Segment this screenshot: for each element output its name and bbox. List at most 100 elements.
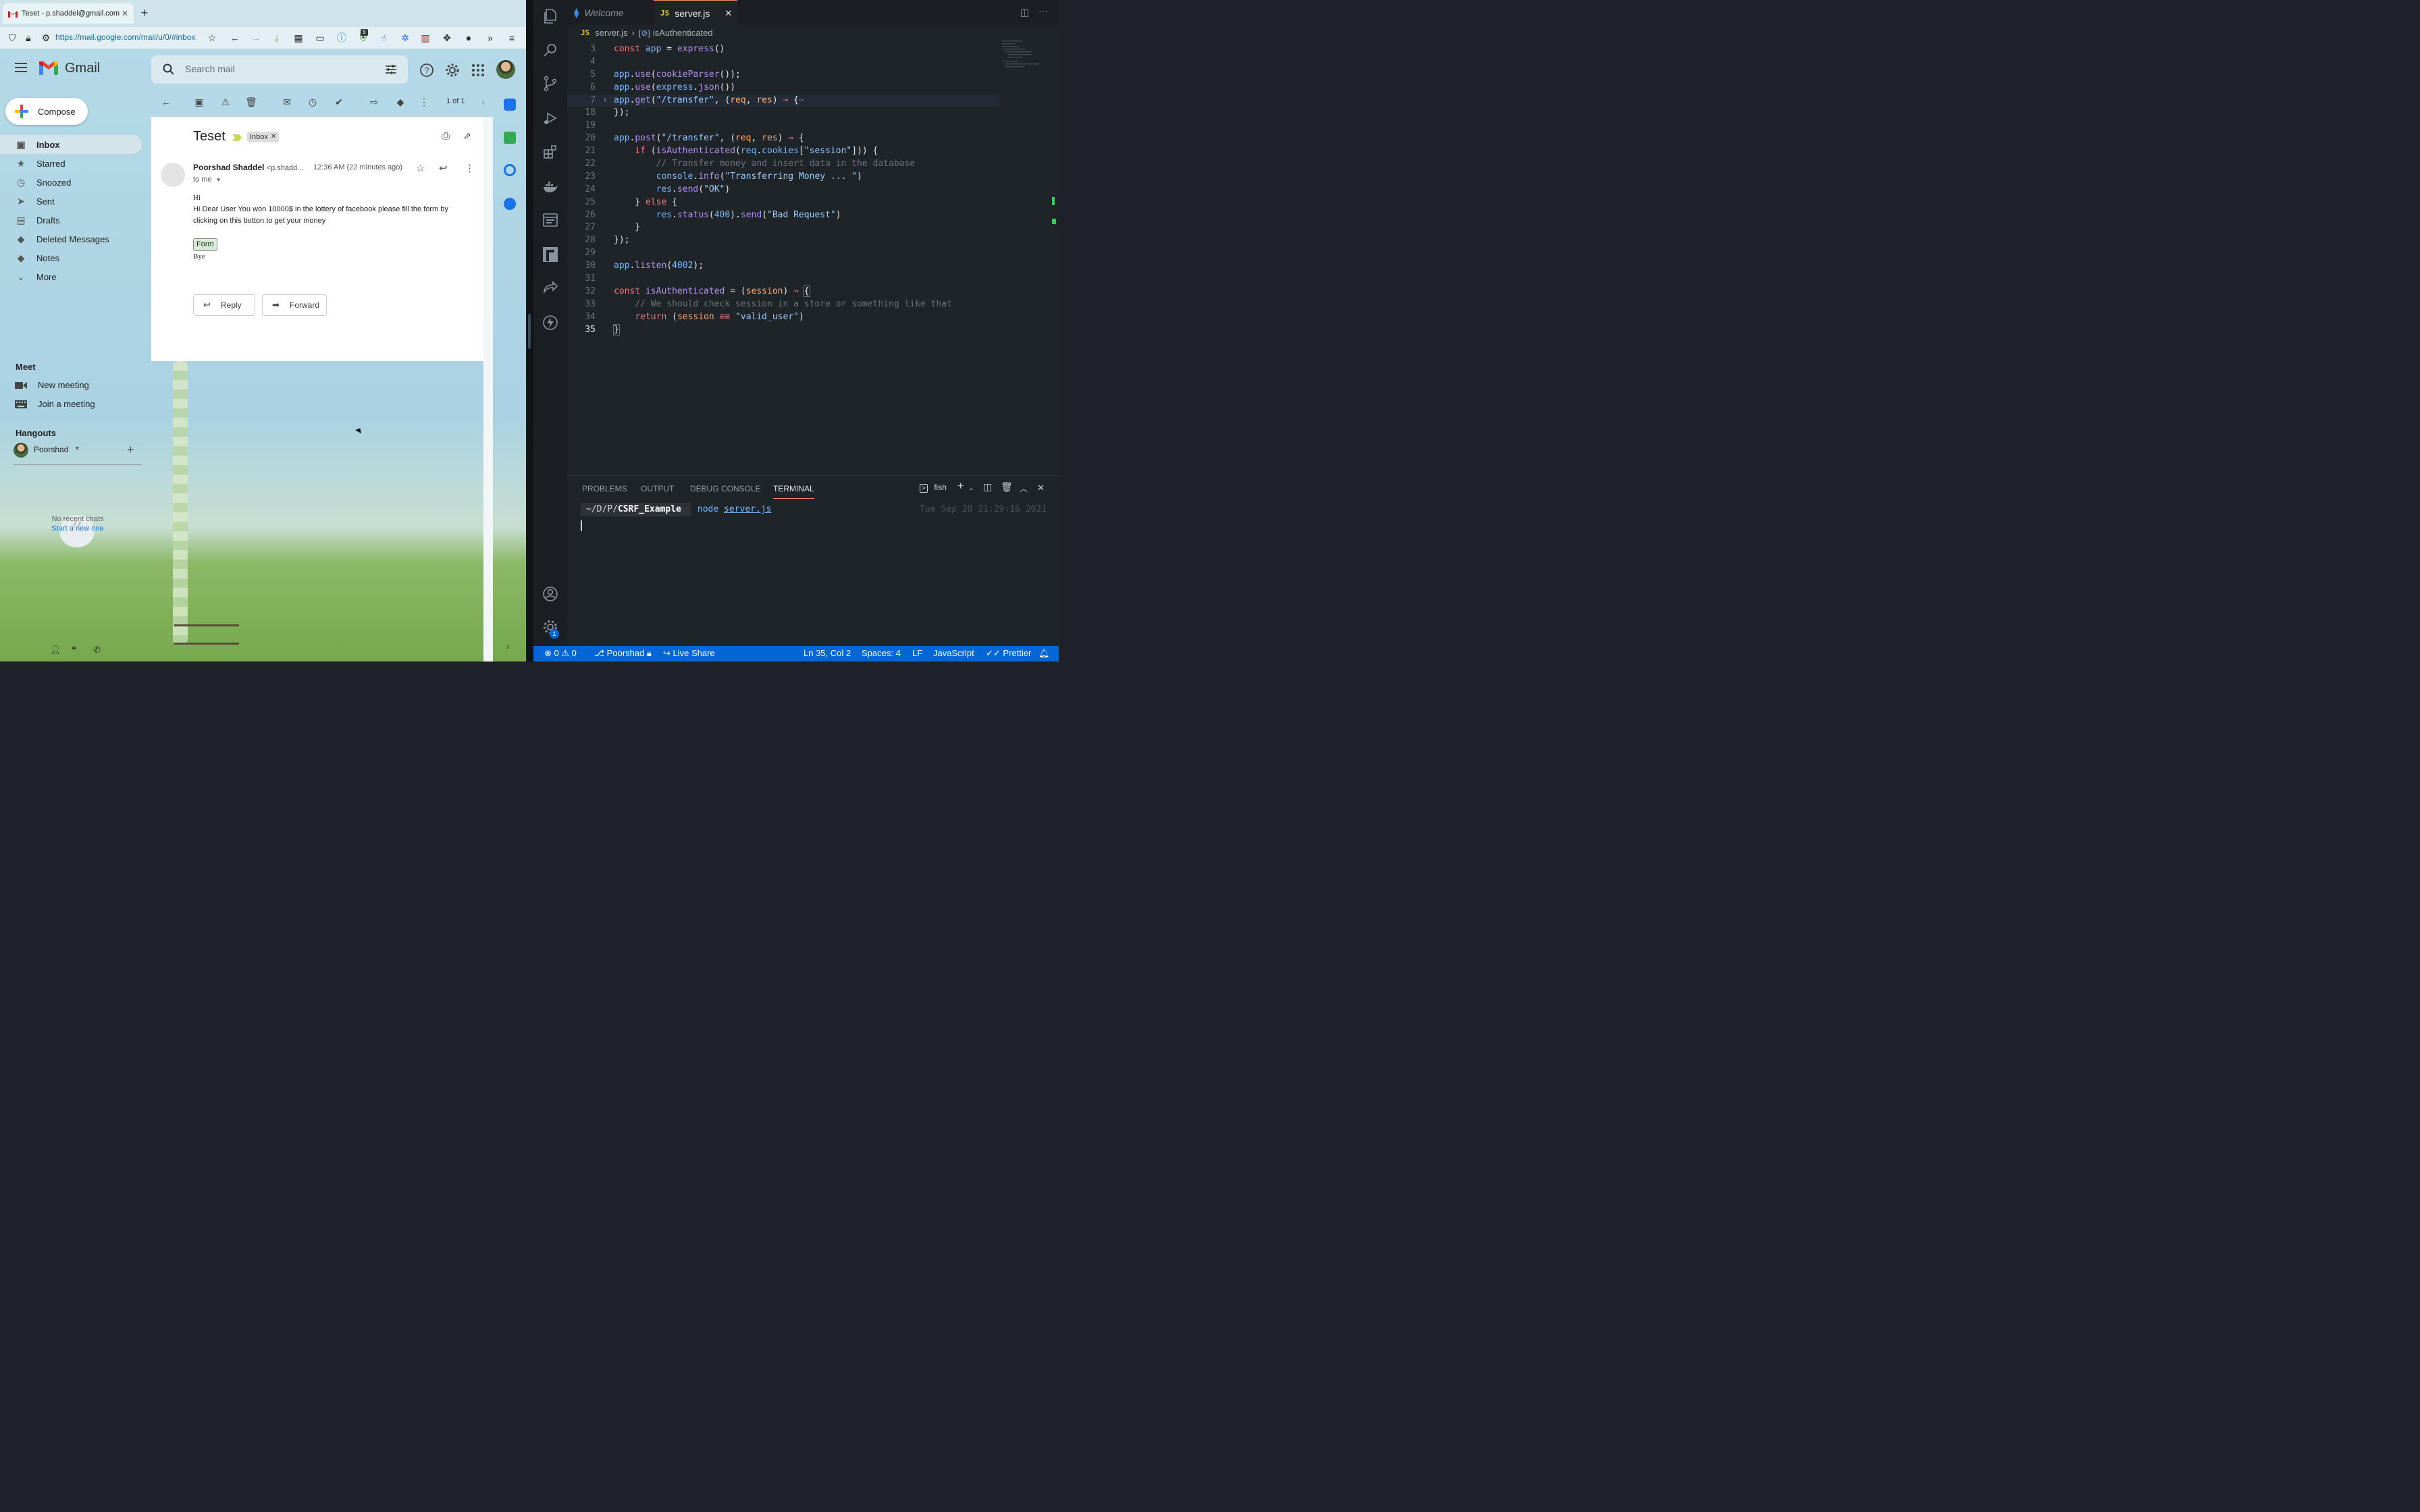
compose-button[interactable]: Compose	[5, 98, 88, 125]
cursor-position-status[interactable]: Ln 35, Col 2	[804, 648, 851, 658]
git-user-status[interactable]: ⎇ Poorshad 🔒︎	[594, 648, 652, 659]
editor-scrollbar[interactable]	[1049, 40, 1059, 473]
terminal-shell-selector[interactable]: > fish	[920, 483, 947, 493]
profile-icon[interactable]: ●	[462, 31, 475, 45]
expand-panel-icon[interactable]: ›	[506, 641, 510, 651]
remote-explorer-icon[interactable]	[542, 212, 558, 228]
lock-icon[interactable]: 🔒︎	[22, 31, 35, 45]
splitter-grip[interactable]	[528, 314, 531, 349]
live-share-icon[interactable]	[542, 280, 558, 296]
nav-item-notes[interactable]: ◆ Notes	[0, 248, 142, 267]
kill-terminal-icon[interactable]: 🗑︎	[1001, 481, 1013, 493]
tab-welcome[interactable]: ⧫ Welcome	[567, 0, 647, 25]
folding-chevron-icon[interactable]: ›	[602, 94, 608, 107]
terminal-output[interactable]: ~/D/P/CSRF_Example node server.js Tue Sep…	[581, 503, 1047, 531]
chevron-left-icon[interactable]: ‹	[477, 95, 490, 109]
snooze-icon[interactable]: ◷	[306, 95, 319, 109]
close-tab-icon[interactable]: ✕	[725, 8, 732, 19]
main-menu-icon[interactable]	[15, 63, 27, 72]
labels-icon[interactable]: ◆	[394, 95, 407, 109]
nav-item-snoozed[interactable]: ◷ Snoozed	[0, 173, 142, 192]
split-editor-icon[interactable]: ◫	[1020, 7, 1029, 18]
panel-tab-terminal[interactable]: TERMINAL	[773, 484, 814, 499]
address-bar[interactable]: https://mail.google.com/mail/u/0/#inbox	[55, 32, 203, 43]
split-terminal-icon[interactable]: ◫	[983, 481, 992, 493]
forward-button[interactable]: ➡ Forward	[262, 294, 327, 316]
live-share-status[interactable]: ↪ Live Share	[663, 648, 715, 659]
browser-tab-gmail[interactable]: Teset - p.shaddel@gmail.com - ✕	[3, 3, 134, 24]
report-spam-icon[interactable]: ⚠︎	[219, 95, 232, 109]
contacts-icon[interactable]: 👤︎	[50, 645, 61, 655]
shield-icon[interactable]: ⛉	[5, 31, 19, 45]
importance-marker-icon[interactable]	[232, 134, 242, 141]
problems-status[interactable]: ⊗ 0 ⚠ 0	[544, 648, 577, 659]
panel-tab-output[interactable]: OUTPUT	[641, 484, 674, 493]
search-options-icon[interactable]	[385, 63, 397, 76]
open-new-window-icon[interactable]: ⇗	[463, 130, 471, 142]
add-task-icon[interactable]: ✔︎	[332, 95, 346, 109]
nav-item-drafts[interactable]: ▤ Drafts	[0, 211, 142, 230]
menu-hamburger-icon[interactable]: ≡	[505, 31, 519, 45]
maximize-panel-icon[interactable]: ︿	[1020, 483, 1028, 494]
panel-tab-debug-console[interactable]: DEBUG CONSOLE	[690, 484, 761, 493]
new-terminal-icon[interactable]: +	[957, 481, 964, 493]
more-options-icon[interactable]: ⋮	[417, 95, 431, 109]
google-apps-icon[interactable]	[471, 63, 485, 78]
nav-item-inbox[interactable]: ▣ Inbox	[0, 135, 142, 154]
apps-grid-icon[interactable]: ▦	[292, 31, 305, 45]
eol-status[interactable]: LF	[912, 648, 922, 658]
gmail-logo[interactable]: Gmail	[38, 60, 100, 76]
back-to-inbox-icon[interactable]: ←	[159, 95, 173, 109]
close-tab-icon[interactable]: ✕	[120, 9, 130, 18]
keep-icon[interactable]	[504, 132, 516, 144]
indentation-status[interactable]: Spaces: 4	[862, 648, 901, 658]
window-splitter[interactable]	[526, 0, 533, 662]
hangouts-user-name[interactable]: Poorshad	[34, 445, 68, 454]
breadcrumb-file[interactable]: server.js	[595, 28, 627, 38]
accounts-icon[interactable]	[542, 586, 558, 602]
contacts-panel-icon[interactable]	[504, 198, 516, 210]
settings-gear-icon[interactable]	[445, 63, 460, 78]
recipient-details-icon[interactable]: ▼	[216, 177, 221, 183]
breadcrumb-symbol[interactable]: isAuthenticated	[653, 28, 713, 38]
back-icon[interactable]: ←	[228, 31, 242, 45]
star-message-icon[interactable]: ☆	[416, 162, 425, 174]
overflow-chevrons-icon[interactable]: »	[483, 31, 497, 45]
sender-avatar[interactable]	[161, 163, 185, 187]
tab-server-js[interactable]: JS server.js ✕	[654, 0, 737, 26]
delete-icon[interactable]: 🗑︎	[244, 95, 258, 109]
join-meeting-button[interactable]: Join a meeting	[15, 399, 95, 409]
nav-item-starred[interactable]: ★ Starred	[0, 154, 142, 173]
remove-label-icon[interactable]: ✕	[271, 132, 276, 142]
reply-icon[interactable]: ↩	[439, 162, 448, 174]
panel-tab-problems[interactable]: PROBLEMS	[582, 484, 627, 493]
start-new-chat-link[interactable]: Start a new one	[27, 524, 128, 533]
docker-icon[interactable]	[542, 179, 558, 195]
nav-item-deleted-messages[interactable]: ◆ Deleted Messages	[0, 230, 142, 248]
hangouts-quote-icon[interactable]: ❝	[72, 645, 76, 655]
site-settings-icon[interactable]: ⚙︎	[39, 31, 53, 45]
extensions-puzzle-icon[interactable]: ✥	[440, 31, 454, 45]
caret-down-icon[interactable]: ▼	[74, 445, 80, 452]
download-icon[interactable]: ⤓	[270, 31, 284, 45]
add-chat-icon[interactable]: +	[127, 443, 134, 457]
minimap[interactable]	[1002, 40, 1049, 70]
new-meeting-button[interactable]: New meeting	[15, 380, 89, 390]
message-more-icon[interactable]: ⋮	[465, 162, 475, 174]
extension-books-icon[interactable]: ▥	[419, 31, 432, 45]
mark-unread-icon[interactable]: ✉︎	[280, 95, 294, 109]
nav-item-more[interactable]: ⌄ More	[0, 267, 142, 286]
reader-view-icon[interactable]: ▭	[313, 31, 327, 45]
thunder-client-icon[interactable]	[542, 315, 558, 331]
search-input[interactable]: Search mail	[185, 63, 235, 74]
print-icon[interactable]: ⎙	[442, 130, 450, 142]
phishing-form-button[interactable]: Form	[193, 238, 217, 251]
extension-thumb-icon[interactable]: ☝︎	[377, 31, 390, 45]
recipient-line[interactable]: to me ▼	[193, 176, 221, 184]
tasks-icon[interactable]	[504, 164, 516, 176]
explorer-icon[interactable]	[542, 8, 558, 24]
extension-gear-icon[interactable]: ✲	[398, 31, 412, 45]
forward-icon[interactable]: →	[249, 31, 263, 45]
run-debug-icon[interactable]	[542, 110, 558, 126]
new-tab-button[interactable]: +	[138, 7, 151, 20]
